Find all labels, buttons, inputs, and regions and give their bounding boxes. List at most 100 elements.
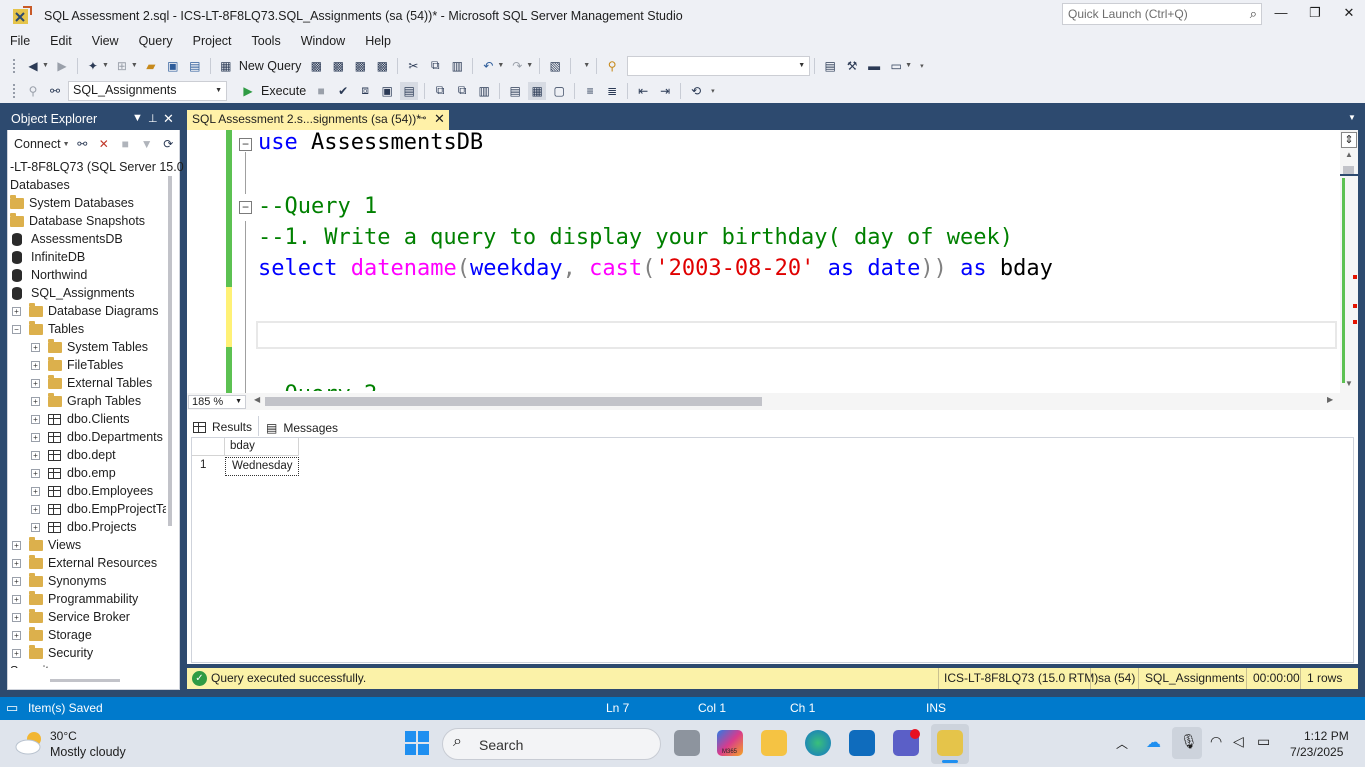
execute-icon[interactable]: ▶ <box>239 82 257 100</box>
tree-node-dbo-clients[interactable]: + dbo.Clients <box>31 410 130 428</box>
menu-tools[interactable]: Tools <box>252 34 281 48</box>
execute-button[interactable]: Execute <box>261 84 306 98</box>
open-folder-icon[interactable]: ▰ <box>142 57 160 75</box>
tree-node-dbo-departments[interactable]: + dbo.Departments <box>31 428 163 446</box>
grid-corner[interactable] <box>192 438 225 456</box>
outdent-icon[interactable]: ⇤ <box>634 82 652 100</box>
connect-button[interactable]: Connect <box>14 137 61 151</box>
tree-node-service-broker[interactable]: + Service Broker <box>12 608 130 626</box>
menu-edit[interactable]: Edit <box>50 34 72 48</box>
expand-icon[interactable]: + <box>31 468 40 478</box>
wifi-icon[interactable]: ◠ <box>1210 733 1222 750</box>
menu-window[interactable]: Window <box>301 34 345 48</box>
tree-node-assessmentsdb[interactable]: AssessmentsDB <box>10 230 123 248</box>
battery-icon[interactable]: ▭ <box>1257 733 1270 750</box>
taskbar-search[interactable]: ⌕ Search <box>442 728 661 760</box>
pin-icon[interactable]: ⊥ <box>148 112 158 125</box>
menu-view[interactable]: View <box>92 34 119 48</box>
back-icon[interactable]: ◀ <box>24 57 42 75</box>
menu-project[interactable]: Project <box>193 34 232 48</box>
tab-pin-icon[interactable]: ⊸ <box>418 113 426 124</box>
close-panel-icon[interactable]: ✕ <box>163 111 174 127</box>
client-stats-icon[interactable]: ▥ <box>475 82 493 100</box>
expand-icon[interactable]: + <box>31 342 40 352</box>
tree-node-infinitedb[interactable]: InfiniteDB <box>10 248 85 266</box>
clock-date[interactable]: 7/23/2025 <box>1290 745 1343 759</box>
tab-close-icon[interactable]: ✕ <box>434 111 445 127</box>
dmx-query-icon[interactable]: ▩ <box>329 57 347 75</box>
tree-node-dbo-empprojectta[interactable]: + dbo.EmpProjectTa <box>31 500 166 518</box>
tree-node-database-snapshots[interactable]: Database Snapshots <box>10 212 145 230</box>
find-icon[interactable]: ⚲ <box>603 57 621 75</box>
tree-node-sql-assignments[interactable]: SQL_Assignments <box>10 284 135 302</box>
paste-icon[interactable]: ▥ <box>448 57 466 75</box>
expand-icon[interactable]: + <box>31 522 40 532</box>
ssms-taskbar-icon[interactable] <box>937 730 963 756</box>
scroll-up-icon[interactable]: ▲ <box>1345 150 1353 159</box>
tree-node-northwind[interactable]: Northwind <box>10 266 87 284</box>
tree-node-system-tables[interactable]: + System Tables <box>31 338 148 356</box>
expand-icon[interactable]: + <box>12 594 21 604</box>
redo-icon[interactable]: ↷ <box>508 57 526 75</box>
refresh-icon[interactable]: ⟳ <box>160 135 178 153</box>
undo-icon[interactable]: ↶ <box>479 57 497 75</box>
tree-node-filetables[interactable]: + FileTables <box>31 356 123 374</box>
menu-query[interactable]: Query <box>139 34 173 48</box>
add-item-icon[interactable]: ⊞ <box>113 57 131 75</box>
expand-icon[interactable]: + <box>31 414 40 424</box>
file-explorer-icon[interactable] <box>761 730 787 756</box>
column-header-bday[interactable]: bday <box>225 438 299 456</box>
tree-node-partial[interactable]: Security <box>10 662 55 668</box>
expand-icon[interactable]: + <box>31 360 40 370</box>
tree-node-storage[interactable]: + Storage <box>12 626 92 644</box>
toolbox-icon[interactable]: ▬ <box>865 57 883 75</box>
xmla-query-icon[interactable]: ▩ <box>351 57 369 75</box>
tree-node-dbo-employees[interactable]: + dbo.Employees <box>31 482 153 500</box>
save-icon[interactable]: ▣ <box>164 57 182 75</box>
menu-file[interactable]: File <box>10 34 30 48</box>
find-combo[interactable]: ▼ <box>627 55 811 76</box>
new-query-icon[interactable]: ▦ <box>217 57 235 75</box>
expand-icon[interactable]: + <box>12 612 21 622</box>
result-cell[interactable]: Wednesday <box>225 457 299 476</box>
comment-icon[interactable]: ≡ <box>581 82 599 100</box>
server-node[interactable]: -LT-8F8LQ73 (SQL Server 15.0 <box>10 158 184 176</box>
tray-chevron-icon[interactable]: ︿ <box>1116 735 1128 752</box>
results-to-text-icon[interactable]: ▤ <box>506 82 524 100</box>
save-all-icon[interactable]: ▤ <box>186 57 204 75</box>
object-explorer-hscroll-thumb[interactable] <box>50 679 120 682</box>
tab-overflow-icon[interactable]: ▼ <box>1348 113 1356 122</box>
tree-node-dbo-emp[interactable]: + dbo.emp <box>31 464 116 482</box>
minimize-button[interactable]: — <box>1268 5 1294 25</box>
results-grid[interactable] <box>191 437 1354 663</box>
tree-node-graph-tables[interactable]: + Graph Tables <box>31 392 141 410</box>
zoom-select[interactable]: 185 % ▼ <box>188 395 246 409</box>
connect-plug-icon[interactable]: ⚯ <box>74 135 92 153</box>
expand-icon[interactable]: + <box>12 648 21 658</box>
forward-icon[interactable]: ▶ <box>53 57 71 75</box>
quick-launch-input[interactable]: Quick Launch (Ctrl+Q) ⌕ <box>1062 3 1262 25</box>
indent-icon[interactable]: ⇥ <box>656 82 674 100</box>
tree-node-databases[interactable]: Databases <box>10 176 70 194</box>
expand-icon[interactable]: + <box>12 540 21 550</box>
tree-node-dbo-projects[interactable]: + dbo.Projects <box>31 518 136 536</box>
change-connection-icon[interactable]: ⚯ <box>46 82 64 100</box>
close-window-button[interactable]: ✕ <box>1336 5 1362 25</box>
parse-check-icon[interactable]: ✔ <box>334 82 352 100</box>
tree-node-tables[interactable]: − Tables <box>12 320 84 338</box>
new-project-icon[interactable]: ✦ <box>84 57 102 75</box>
tree-node-external-resources[interactable]: + External Resources <box>12 554 157 572</box>
maximize-button[interactable]: ❐ <box>1302 5 1328 25</box>
query-design-icon[interactable]: ▣ <box>378 82 396 100</box>
expand-icon[interactable]: + <box>31 486 40 496</box>
cut-icon[interactable]: ✂ <box>404 57 422 75</box>
panel-options-icon[interactable]: ▼ <box>132 112 143 124</box>
stop-icon[interactable]: ■ <box>117 135 135 153</box>
command-window-icon[interactable]: ▭ <box>887 57 905 75</box>
mic-muted-icon[interactable]: 🎙 <box>1180 733 1198 750</box>
edge-icon[interactable] <box>805 730 831 756</box>
results-tab[interactable]: Results <box>193 418 252 436</box>
tree-node-external-tables[interactable]: + External Tables <box>31 374 152 392</box>
scroll-left-icon[interactable]: ◀ <box>254 395 260 404</box>
results-grid-icon[interactable]: ▦ <box>528 81 547 100</box>
